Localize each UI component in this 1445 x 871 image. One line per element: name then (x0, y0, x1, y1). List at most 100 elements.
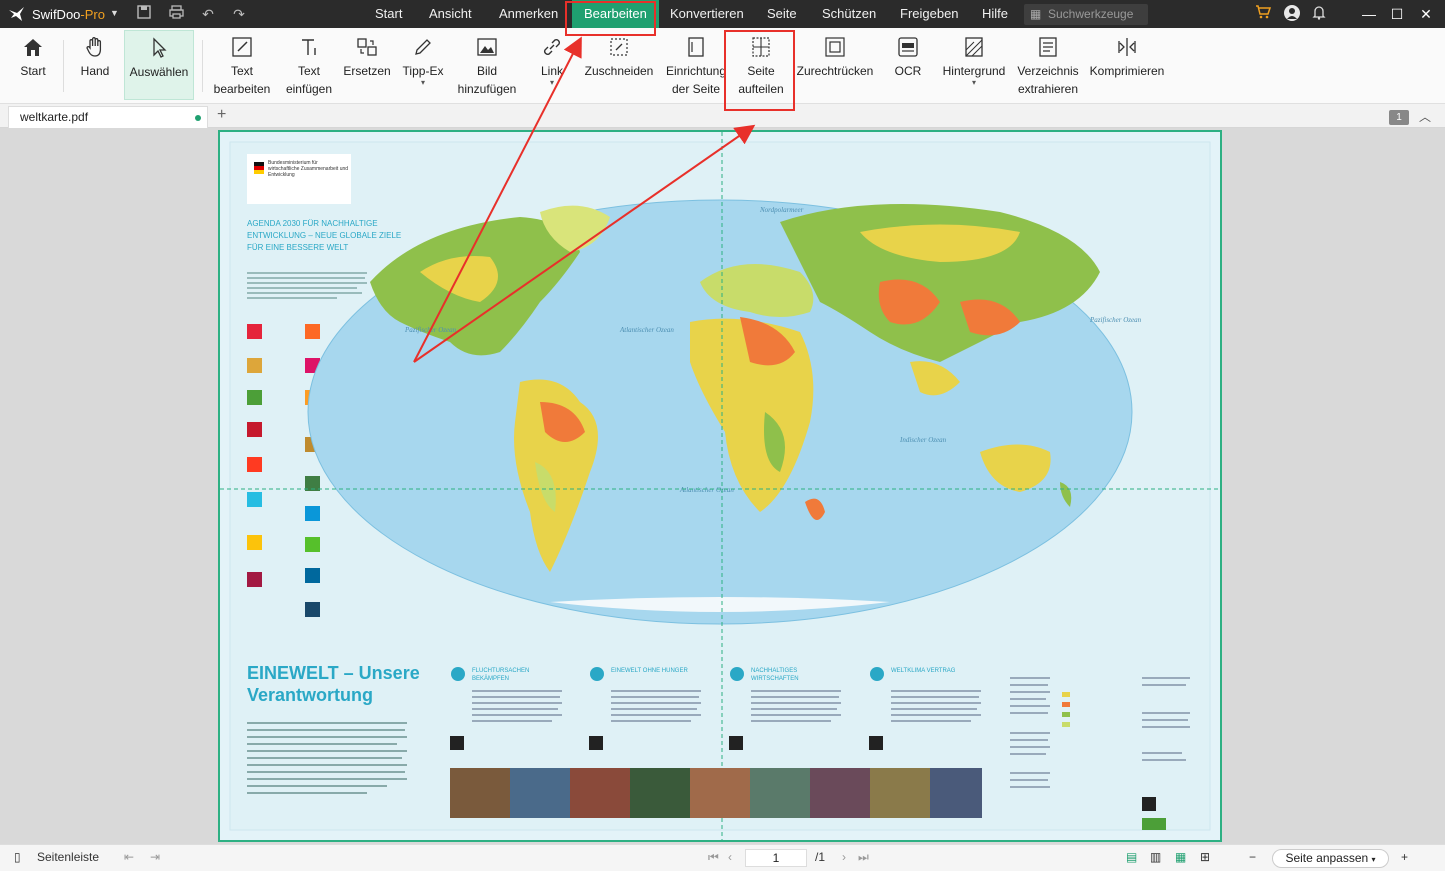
app-menu-chevron-icon[interactable]: ▼ (110, 8, 119, 18)
app-window: SwifDoo-Pro ▼ ↶ ↷ Start Ansicht Anmerken… (0, 0, 1445, 871)
sidebar-toggle-icon[interactable]: ▯ (14, 850, 21, 864)
app-logo: SwifDoo-Pro (8, 5, 105, 23)
compress-icon (1118, 38, 1136, 56)
scroll-view-icon[interactable]: ▦ (1175, 850, 1186, 864)
undo-icon[interactable]: ↶ (199, 5, 217, 23)
ocean-label: Nordpolarmeer (759, 206, 804, 214)
home-icon (24, 39, 42, 56)
edit-text-label: Text bearbeiten (213, 64, 271, 96)
link-dropdown-icon[interactable]: ▾ (533, 79, 571, 87)
background-button[interactable]: Hintergrund ▾ (938, 30, 1010, 100)
poster-headline: EINEWELT – Unsere Verantwortung (247, 663, 420, 705)
deskew-button[interactable]: Zurechtrücken (795, 30, 875, 100)
last-page-icon[interactable]: ⏭ (858, 850, 869, 865)
flag-stripe-red (254, 166, 264, 170)
document-tab-label: weltkarte.pdf (20, 110, 89, 124)
page-setup-icon (688, 37, 704, 57)
search-tools-input[interactable]: ▦ Suchwerkzeuge (1024, 4, 1148, 25)
hand-icon (86, 37, 102, 57)
cart-icon[interactable] (1254, 5, 1272, 23)
ocr-button[interactable]: OCR (888, 30, 928, 100)
page-number-input[interactable]: 1 (745, 849, 807, 867)
menu-start[interactable]: Start (375, 0, 402, 28)
menu-anmerken[interactable]: Anmerken (499, 0, 558, 28)
single-page-view-icon[interactable]: ▤ (1126, 850, 1137, 864)
pdf-page[interactable]: Bundesministerium für wirtschaftliche Zu… (218, 130, 1222, 842)
document-tab[interactable]: weltkarte.pdf (8, 106, 208, 128)
previous-view-icon[interactable]: ⇤ (124, 850, 134, 864)
chevron-down-icon: ▾ (1371, 855, 1376, 864)
zoom-mode-select[interactable]: Seite anpassen ▾ (1272, 849, 1389, 868)
extract-toc-button[interactable]: Verzeichnis extrahieren (1016, 30, 1080, 100)
flag-stripe-gold (254, 170, 264, 174)
crop-button[interactable]: Zuschneiden (583, 30, 655, 100)
collapse-chevron-up-icon[interactable]: ︿ (1419, 108, 1431, 125)
page-setup-button[interactable]: Einrichtung der Seite (663, 30, 729, 100)
split-page-highlight-box (724, 30, 795, 111)
sidebar-label[interactable]: Seitenleiste (37, 850, 99, 864)
print-icon[interactable] (167, 5, 185, 23)
menu-ansicht[interactable]: Ansicht (429, 0, 472, 28)
hand-tool-button[interactable]: Hand (72, 30, 118, 100)
ocean-label: Atlantischer Ozean (679, 486, 734, 494)
insert-text-button[interactable]: Text einfügen (284, 30, 334, 100)
section-title-wrap: WELTKLIMA VERTRAG (891, 668, 955, 674)
background-icon (965, 37, 983, 57)
total-pages: /1 (815, 850, 826, 864)
image-icon (477, 38, 497, 56)
user-avatar-icon[interactable] (1283, 5, 1301, 23)
extract-toc-label: Verzeichnis extrahieren (1017, 64, 1079, 96)
menu-hilfe[interactable]: Hilfe (982, 0, 1008, 28)
start-button[interactable]: Start (12, 30, 54, 100)
two-page-view-icon[interactable]: ▥ (1150, 850, 1161, 864)
menu-freigeben[interactable]: Freigeben (900, 0, 959, 28)
minimize-icon[interactable]: — (1359, 4, 1379, 24)
zoom-mode-label: Seite anpassen (1285, 851, 1369, 865)
ocean-label: Pazifischer Ozean (404, 326, 457, 334)
select-label: Auswählen (129, 65, 189, 79)
next-view-icon[interactable]: ⇥ (150, 850, 160, 864)
ocean-label: Indischer Ozean (899, 436, 947, 444)
ministry-name-wrap: Bundesministerium für wirtschaftliche Zu… (268, 160, 349, 178)
add-image-button[interactable]: Bild hinzufügen (455, 30, 519, 100)
link-icon (544, 39, 560, 55)
ocr-label: OCR (894, 64, 922, 78)
agenda-title-wrap: AGENDA 2030 FÜR NACHHALTIGE ENTWICKLUNG … (247, 219, 402, 252)
document-viewport[interactable]: Bundesministerium für wirtschaftliche Zu… (0, 128, 1445, 844)
save-icon[interactable] (135, 5, 153, 23)
replace-button[interactable]: Ersetzen (343, 30, 391, 100)
menu-seite[interactable]: Seite (767, 0, 797, 28)
bmz-badge (1142, 818, 1166, 830)
select-tool-button[interactable]: Auswählen (124, 30, 194, 100)
notification-bell-icon[interactable] (1310, 5, 1328, 23)
link-button[interactable]: Link ▾ (533, 30, 571, 100)
edit-text-button[interactable]: Text bearbeiten (211, 30, 273, 100)
whiteout-dropdown-icon[interactable]: ▾ (400, 79, 446, 87)
document-tab-bar: weltkarte.pdf + 1 ︿ (0, 104, 1445, 128)
grid-view-icon[interactable]: ⊞ (1200, 850, 1210, 864)
edit-ribbon: Start Hand Auswählen Text bearbeiten Tex… (0, 28, 1445, 104)
redo-icon[interactable]: ↷ (230, 5, 248, 23)
whiteout-button[interactable]: Tipp-Ex ▾ (400, 30, 446, 100)
zoom-in-icon[interactable]: + (1401, 850, 1408, 864)
first-page-icon[interactable]: ⏮ (708, 850, 719, 865)
ministry-name: Bundesministerium für wirtschaftliche Zu… (268, 160, 349, 178)
eraser-pen-icon (415, 39, 431, 55)
tools-grid-icon: ▦ (1030, 7, 1042, 21)
next-page-icon[interactable]: › (842, 850, 846, 864)
menu-schuetzen[interactable]: Schützen (822, 0, 876, 28)
compress-button[interactable]: Komprimieren (1088, 30, 1166, 100)
deskew-label: Zurechtrücken (796, 64, 874, 78)
add-tab-plus-icon[interactable]: + (217, 106, 226, 124)
close-icon[interactable]: ✕ (1416, 4, 1436, 24)
prev-page-icon[interactable]: ‹ (728, 850, 732, 864)
maximize-icon[interactable]: ☐ (1387, 4, 1407, 24)
section-title: EINEWELT OHNE HUNGER (611, 668, 688, 674)
compress-label: Komprimieren (1089, 64, 1165, 78)
zoom-out-icon[interactable]: − (1249, 850, 1256, 864)
text-insert-icon (302, 39, 316, 55)
agenda-title: AGENDA 2030 FÜR NACHHALTIGE ENTWICKLUNG … (247, 219, 402, 252)
menu-konvertieren[interactable]: Konvertieren (670, 0, 744, 28)
section-title-wrap: EINEWELT OHNE HUNGER (611, 668, 688, 674)
background-dropdown-icon[interactable]: ▾ (938, 79, 1010, 87)
